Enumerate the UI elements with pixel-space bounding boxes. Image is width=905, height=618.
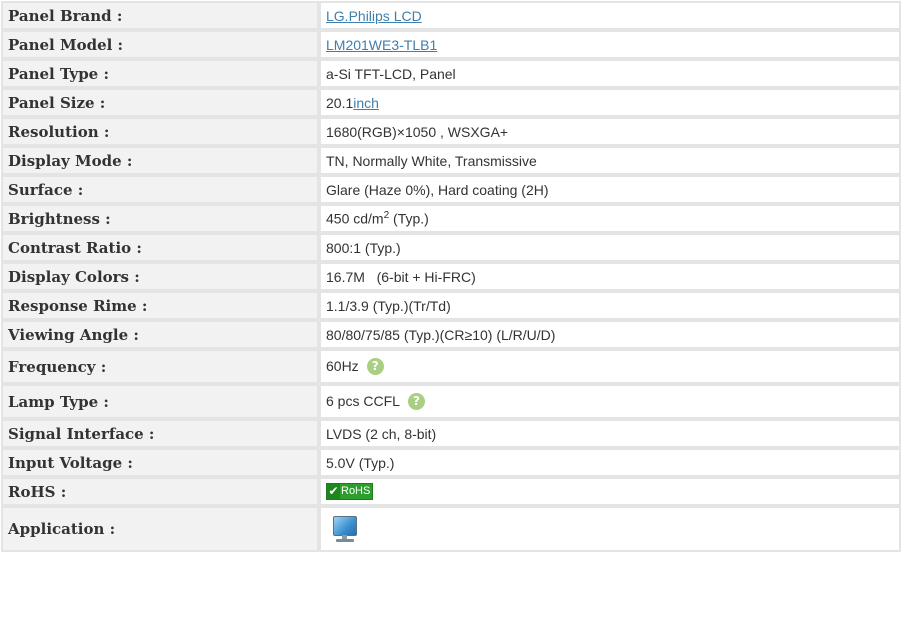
spec-row-rohs: RoHS : ✔ RoHS xyxy=(1,477,901,506)
checkmark-icon: ✔ xyxy=(327,484,340,500)
spec-row-display-colors: Display Colors : 16.7M (6-bit + Hi-FRC) xyxy=(1,262,901,291)
brightness-unit-exponent: 2 xyxy=(383,210,390,222)
spec-label: Lamp Type : xyxy=(1,384,319,419)
spec-row-frequency: Frequency : 60Hz? xyxy=(1,349,901,384)
panel-model-link[interactable]: LM201WE3-TLB1 xyxy=(326,37,437,53)
spec-label: Application : xyxy=(1,506,319,552)
frequency-value: 60Hz xyxy=(326,357,359,374)
spec-value: 1.1/3.9 (Typ.)(Tr/Td) xyxy=(319,291,901,320)
help-icon[interactable]: ? xyxy=(366,358,384,376)
spec-row-signal-interface: Signal Interface : LVDS (2 ch, 8-bit) xyxy=(1,419,901,448)
spec-row-lamp-type: Lamp Type : 6 pcs CCFL? xyxy=(1,384,901,419)
spec-row-resolution: Resolution : 1680(RGB)×1050 , WSXGA+ xyxy=(1,117,901,146)
spec-value: Glare (Haze 0%), Hard coating (2H) xyxy=(319,175,901,204)
spec-label: Display Mode : xyxy=(1,146,319,175)
spec-row-brightness: Brightness : 450 cd/m2 (Typ.) xyxy=(1,204,901,233)
spec-label: Frequency : xyxy=(1,349,319,384)
spec-value: 1680(RGB)×1050 , WSXGA+ xyxy=(319,117,901,146)
inch-unit-link[interactable]: inch xyxy=(353,95,379,111)
rohs-badge: ✔ RoHS xyxy=(326,483,374,501)
spec-label: Panel Model : xyxy=(1,30,319,59)
spec-row-panel-brand: Panel Brand : LG.Philips LCD xyxy=(1,1,901,30)
spec-row-panel-model: Panel Model : LM201WE3-TLB1 xyxy=(1,30,901,59)
spec-label: Response Rime : xyxy=(1,291,319,320)
spec-label: Panel Type : xyxy=(1,59,319,88)
spec-label: Resolution : xyxy=(1,117,319,146)
spec-label: Panel Size : xyxy=(1,88,319,117)
spec-label: Panel Brand : xyxy=(1,1,319,30)
panel-size-value: 20.1 xyxy=(326,94,354,111)
spec-label: RoHS : xyxy=(1,477,319,506)
brightness-unit: cd/m xyxy=(353,210,384,227)
spec-value: 20.1inch xyxy=(319,88,901,117)
desktop-monitor-icon xyxy=(332,514,358,544)
spec-value: 6 pcs CCFL? xyxy=(319,384,901,419)
spec-row-application: Application : xyxy=(1,506,901,552)
spec-value: 450 cd/m2 (Typ.) xyxy=(319,204,901,233)
spec-value: TN, Normally White, Transmissive xyxy=(319,146,901,175)
spec-label: Surface : xyxy=(1,175,319,204)
spec-row-contrast-ratio: Contrast Ratio : 800:1 (Typ.) xyxy=(1,233,901,262)
spec-label: Viewing Angle : xyxy=(1,320,319,349)
brightness-value: 450 xyxy=(326,210,350,227)
spec-label: Signal Interface : xyxy=(1,419,319,448)
spec-label: Display Colors : xyxy=(1,262,319,291)
spec-row-display-mode: Display Mode : TN, Normally White, Trans… xyxy=(1,146,901,175)
spec-row-panel-size: Panel Size : 20.1inch xyxy=(1,88,901,117)
spec-value: LG.Philips LCD xyxy=(319,1,901,30)
spec-row-panel-type: Panel Type : a-Si TFT-LCD, Panel xyxy=(1,59,901,88)
spec-value: LM201WE3-TLB1 xyxy=(319,30,901,59)
spec-row-input-voltage: Input Voltage : 5.0V (Typ.) xyxy=(1,448,901,477)
spec-value xyxy=(319,506,901,552)
rohs-badge-label: RoHS xyxy=(341,485,371,498)
spec-label: Brightness : xyxy=(1,204,319,233)
spec-label: Input Voltage : xyxy=(1,448,319,477)
spec-value: a-Si TFT-LCD, Panel xyxy=(319,59,901,88)
spec-row-response-time: Response Rime : 1.1/3.9 (Typ.)(Tr/Td) xyxy=(1,291,901,320)
spec-value: 5.0V (Typ.) xyxy=(319,448,901,477)
spec-value: 16.7M (6-bit + Hi-FRC) xyxy=(319,262,901,291)
spec-table: Panel Brand : LG.Philips LCD Panel Model… xyxy=(1,1,901,552)
brightness-suffix: (Typ.) xyxy=(393,210,429,227)
spec-row-surface: Surface : Glare (Haze 0%), Hard coating … xyxy=(1,175,901,204)
spec-value: 800:1 (Typ.) xyxy=(319,233,901,262)
spec-value: 80/80/75/85 (Typ.)(CR≥10) (L/R/U/D) xyxy=(319,320,901,349)
spec-label: Contrast Ratio : xyxy=(1,233,319,262)
lamp-type-value: 6 pcs CCFL xyxy=(326,392,400,409)
spec-value: ✔ RoHS xyxy=(319,477,901,506)
panel-brand-link[interactable]: LG.Philips LCD xyxy=(326,8,422,24)
spec-value: 60Hz? xyxy=(319,349,901,384)
spec-value: LVDS (2 ch, 8-bit) xyxy=(319,419,901,448)
help-icon[interactable]: ? xyxy=(407,393,425,411)
spec-row-viewing-angle: Viewing Angle : 80/80/75/85 (Typ.)(CR≥10… xyxy=(1,320,901,349)
